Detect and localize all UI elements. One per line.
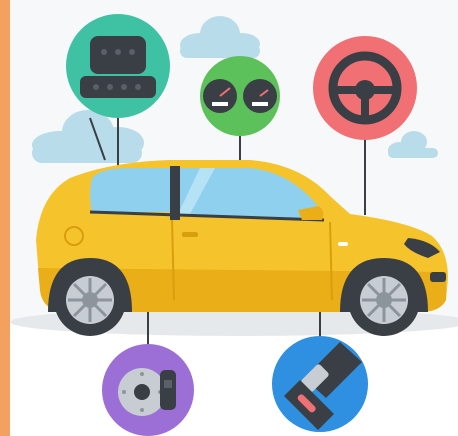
car-features-illustration: [0, 0, 458, 436]
car-door-handle: [182, 232, 198, 237]
car-b-pillar: [170, 166, 180, 220]
steering-wheel-icon: [313, 36, 417, 140]
brake-disc-icon: [102, 344, 194, 436]
car-window-rear: [90, 168, 170, 212]
car-grille: [430, 272, 446, 282]
dashboard-gauges-icon: [200, 56, 280, 136]
left-border: [0, 0, 10, 436]
seatbelt-icon: [272, 336, 368, 432]
car-marker-light: [338, 242, 348, 246]
seat-icon: [66, 14, 170, 118]
